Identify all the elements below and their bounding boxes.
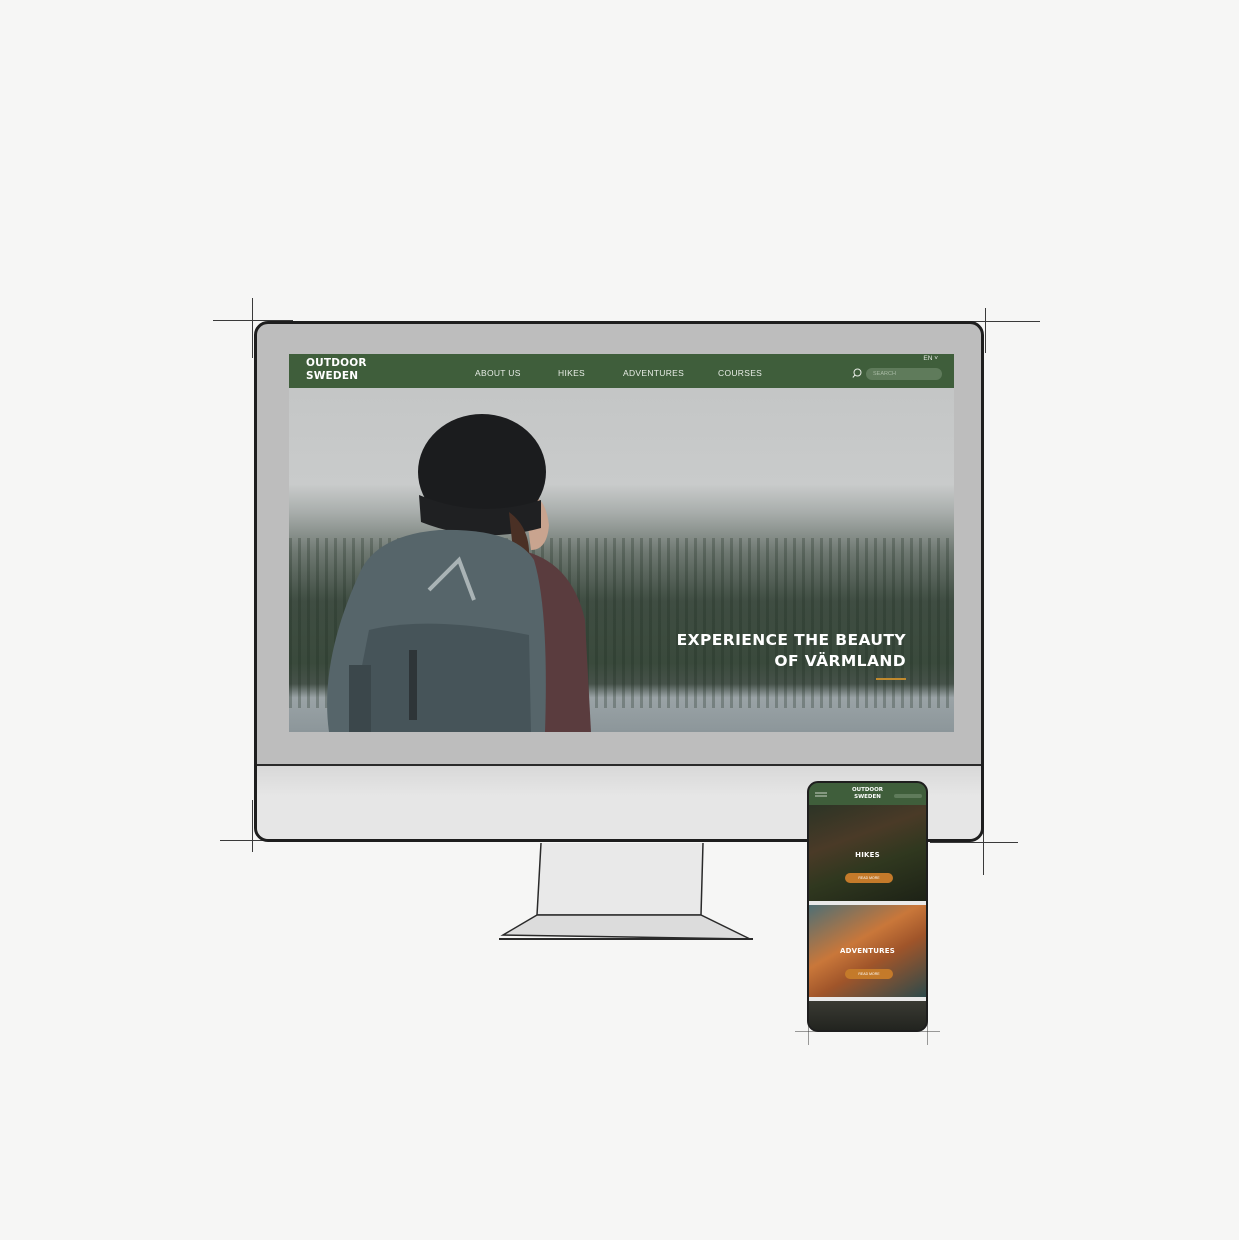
section-title: HIKES (855, 851, 880, 859)
mobile-navigation: OUTDOOR SWEDEN (809, 783, 926, 805)
courses-section-preview[interactable] (809, 1001, 926, 1030)
sketch-line (985, 308, 986, 353)
read-more-button[interactable]: READ MORE (845, 873, 893, 883)
hiker-figure (327, 414, 591, 732)
search-icon[interactable] (852, 368, 862, 378)
nav-adventures[interactable]: ADVENTURES (623, 368, 684, 378)
hero-title: EXPERIENCE THE BEAUTY OF VÄRMLAND (677, 630, 906, 672)
search-input[interactable]: SEARCH (866, 368, 942, 380)
hero-image: EXPERIENCE THE BEAUTY OF VÄRMLAND (289, 388, 954, 732)
monitor-stand (495, 843, 760, 943)
section-title: ADVENTURES (840, 947, 895, 955)
nav-about-us[interactable]: ABOUT US (475, 368, 521, 378)
language-label: EN (923, 355, 933, 362)
language-selector[interactable]: EN ˅ (923, 355, 938, 362)
sketch-line (252, 298, 253, 358)
read-more-button[interactable]: READ MORE (845, 969, 893, 979)
hikes-section[interactable]: HIKES READ MORE (809, 805, 926, 901)
nav-courses[interactable]: COURSES (718, 368, 762, 378)
desktop-monitor: OUTDOOR SWEDEN ABOUT US HIKES ADVENTURES… (254, 321, 984, 842)
logo-line: OUTDOOR (306, 357, 367, 369)
desktop-screen: OUTDOOR SWEDEN ABOUT US HIKES ADVENTURES… (289, 354, 954, 732)
nav-hikes[interactable]: HIKES (558, 368, 585, 378)
hero-title-line: EXPERIENCE THE BEAUTY (676, 631, 906, 649)
sketch-line (930, 842, 1018, 843)
top-navigation: OUTDOOR SWEDEN ABOUT US HIKES ADVENTURES… (289, 354, 954, 388)
logo-line: SWEDEN (306, 370, 359, 382)
adventures-section[interactable]: ADVENTURES READ MORE (809, 905, 926, 997)
hero-underline (876, 678, 906, 680)
sketch-line (252, 800, 253, 852)
mobile-search-input[interactable] (894, 794, 922, 798)
site-logo[interactable]: OUTDOOR SWEDEN (306, 357, 367, 383)
hero-title-line: OF VÄRMLAND (774, 652, 906, 670)
mobile-phone: OUTDOOR SWEDEN HIKES READ MORE ADVENTURE… (807, 781, 928, 1032)
